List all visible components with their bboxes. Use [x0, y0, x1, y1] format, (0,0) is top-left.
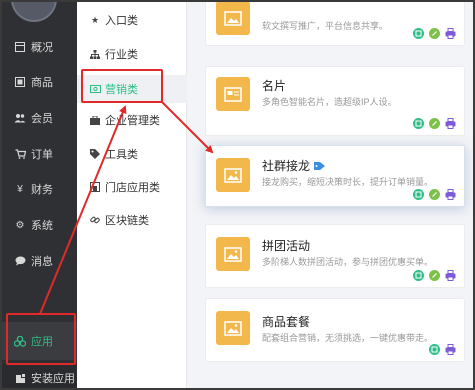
store-icon [89, 182, 101, 192]
main-sidebar: 概况 商品 会员 订单 ¥ 财务 ⚙ 系统 消息 应用 安装应用 [2, 2, 77, 388]
app-card-title: 社群接龙 [262, 157, 326, 174]
money-icon [89, 85, 101, 93]
link-icon [89, 215, 101, 225]
sidebar-item-label: 商品 [31, 77, 53, 89]
qrcode-icon[interactable] [413, 189, 424, 200]
sidebar-item-members[interactable]: 会员 [2, 101, 77, 135]
install-icon [14, 373, 26, 384]
category-item-industry[interactable]: 行业类 [77, 40, 187, 68]
star-icon: ★ [90, 14, 100, 25]
qrcode-icon[interactable] [429, 344, 440, 355]
app-card-description: 多角色智能名片，造超级IP人设。 [262, 97, 397, 107]
category-item-label: 入口类 [105, 15, 138, 27]
category-item-store[interactable]: 门店应用类 [77, 173, 187, 201]
tag-icon [89, 149, 101, 159]
print-icon[interactable] [445, 344, 456, 355]
print-icon[interactable] [445, 28, 456, 39]
print-icon[interactable] [445, 189, 456, 200]
app-card[interactable]: 名片 多角色智能名片，造超级IP人设。 [205, 66, 465, 136]
yen-icon: ¥ [17, 183, 23, 195]
app-thumbnail [216, 77, 250, 111]
sidebar-item-overview[interactable]: 概况 [2, 30, 77, 64]
qrcode-icon[interactable] [413, 270, 424, 281]
app-card-actions [413, 189, 456, 200]
category-item-label: 门店应用类 [105, 182, 160, 194]
link-icon[interactable] [429, 270, 440, 281]
avatar[interactable] [11, 2, 57, 22]
sidebar-item-apps[interactable]: 应用 [2, 322, 77, 360]
app-card[interactable]: 软文撰写推广，平台信息共享。 [205, 2, 465, 46]
app-card-title: 拼团活动 [262, 239, 311, 253]
qrcode-icon[interactable] [413, 28, 424, 39]
app-card-description: 配套组合营销，无须挑选，一键优惠带走。 [262, 333, 434, 343]
box-icon [14, 77, 26, 87]
link-icon[interactable] [429, 189, 440, 200]
sidebar-item-orders[interactable]: 订单 [2, 137, 77, 171]
app-card-description: 接龙购买，缩短决策时长，提升订单销量。 [262, 177, 434, 187]
print-icon[interactable] [445, 270, 456, 281]
cart-icon [14, 149, 26, 159]
sidebar-item-label: 应用 [31, 336, 53, 348]
sidebar-item-label: 财务 [31, 184, 53, 196]
sidebar-item-label: 会员 [31, 113, 53, 125]
app-card-title: 商品套餐 [262, 315, 311, 329]
sidebar-item-system[interactable]: ⚙ 系统 [2, 208, 77, 242]
app-thumbnail [216, 2, 250, 35]
sidebar-item-label: 安装应用 [31, 373, 75, 385]
category-item-label: 区块链类 [105, 215, 149, 227]
briefcase-icon [89, 115, 101, 125]
app-card-description: 多阶梯人数拼团活动，参与拼团优惠买单。 [262, 257, 434, 267]
link-icon[interactable] [429, 118, 440, 129]
sitemap-icon [89, 49, 101, 59]
apps-icon [14, 335, 26, 347]
table-icon [14, 42, 26, 52]
category-item-label: 企业管理类 [105, 115, 160, 127]
app-card[interactable]: 拼团活动 多阶梯人数拼团活动，参与拼团优惠买单。 [205, 224, 465, 288]
category-item-enterprise[interactable]: 企业管理类 [77, 106, 187, 134]
print-icon[interactable] [445, 118, 456, 129]
sidebar-item-label: 概况 [31, 42, 53, 54]
qrcode-icon[interactable] [413, 118, 424, 129]
link-icon[interactable] [429, 28, 440, 39]
app-card[interactable]: 商品套餐 配套组合营销，无须挑选，一键优惠带走。 [205, 298, 465, 362]
sidebar-item-label: 订单 [31, 149, 53, 161]
category-item-label: 行业类 [105, 49, 138, 61]
category-item-entry[interactable]: ★ 入口类 [77, 6, 187, 34]
category-item-blockchain[interactable]: 区块链类 [77, 206, 187, 234]
app-card[interactable]: 社群接龙 接龙购买，缩短决策时长，提升订单销量。 [205, 145, 465, 207]
category-item-label: 营销类 [105, 84, 138, 96]
gear-icon: ⚙ [15, 219, 25, 231]
sidebar-item-label: 系统 [31, 220, 53, 232]
sidebar-item-messages[interactable]: 消息 [2, 244, 77, 278]
app-card-title-text: 社群接龙 [262, 159, 311, 173]
chat-icon [14, 256, 26, 266]
sidebar-item-products[interactable]: 商品 [2, 65, 77, 99]
category-menu: ★ 入口类 行业类 营销类 企业管理类 工具类 门店应用类 区块链类 [77, 2, 187, 388]
app-card-actions [429, 344, 456, 355]
app-card-title: 名片 [262, 79, 287, 93]
app-card-actions [413, 270, 456, 281]
sidebar-item-finance[interactable]: ¥ 财务 [2, 172, 77, 206]
app-window: 概况 商品 会员 订单 ¥ 财务 ⚙ 系统 消息 应用 安装应用 ★ 入口类 行… [0, 0, 475, 390]
category-item-tools[interactable]: 工具类 [77, 140, 187, 168]
app-card-list: 软文撰写推广，平台信息共享。 名片 多角色智能名片，造超级IP人设。 社群接龙 … [187, 2, 473, 388]
sidebar-item-install-apps[interactable]: 安装应用 [2, 364, 77, 388]
app-card-description: 软文撰写推广，平台信息共享。 [262, 21, 389, 31]
app-card-actions [413, 118, 456, 129]
tag-icon [314, 160, 326, 174]
app-thumbnail [216, 311, 250, 345]
category-item-label: 工具类 [105, 149, 138, 161]
sidebar-item-label: 消息 [31, 256, 53, 268]
category-item-marketing[interactable]: 营销类 [77, 75, 187, 103]
app-thumbnail [216, 158, 250, 192]
app-thumbnail [216, 237, 250, 271]
app-card-actions [413, 28, 456, 39]
users-icon [14, 113, 26, 123]
